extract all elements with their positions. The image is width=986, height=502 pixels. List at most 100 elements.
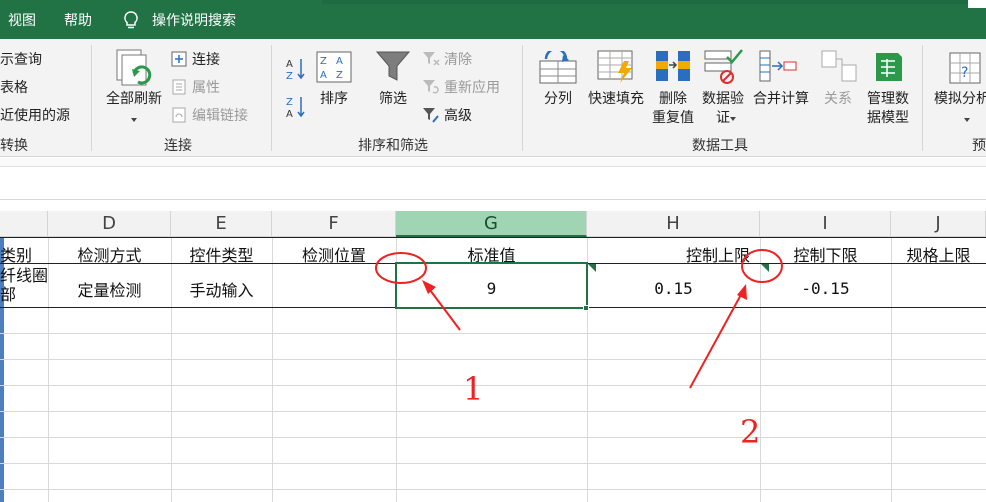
relationships-button[interactable]: 关系 bbox=[818, 90, 858, 109]
edit-links-icon bbox=[172, 107, 186, 123]
grid-line bbox=[0, 333, 986, 334]
flash-fill-button[interactable]: 快速填充 bbox=[582, 90, 650, 109]
error-indicator-icon[interactable] bbox=[761, 264, 769, 272]
cell-j-header[interactable]: 规格上限 bbox=[891, 242, 986, 266]
consolidate-button[interactable]: 合并计算 bbox=[748, 90, 814, 109]
tab-view[interactable]: 视图 bbox=[8, 10, 36, 30]
what-if-analysis-button[interactable]: 模拟分析 bbox=[934, 90, 986, 109]
reapply-icon bbox=[423, 80, 439, 94]
clear-filter-button[interactable]: 清除 bbox=[422, 49, 472, 69]
chevron-down-icon[interactable] bbox=[964, 118, 970, 122]
remove-duplicates-label-line1: 删除 bbox=[659, 91, 687, 107]
cell-d-header[interactable]: 检测方式 bbox=[48, 242, 171, 266]
window-corner bbox=[968, 0, 986, 8]
sort-az-icon[interactable]: A Z bbox=[286, 57, 306, 81]
grid-line bbox=[0, 489, 986, 490]
connections-button[interactable]: 连接 bbox=[170, 49, 220, 69]
edit-links-button[interactable]: 编辑链接 bbox=[170, 105, 248, 125]
group-label-data-tools: 数据工具 bbox=[692, 138, 748, 154]
group-label-get-transform: 转换 bbox=[0, 138, 28, 154]
cell-i-data[interactable]: -0.15 bbox=[760, 279, 891, 298]
chevron-down-icon[interactable] bbox=[730, 117, 736, 121]
ribbon-collapse-strip bbox=[0, 158, 986, 167]
group-label-forecast: 预 bbox=[972, 138, 986, 154]
group-separator bbox=[522, 45, 523, 151]
connections-label: 连接 bbox=[192, 52, 220, 68]
error-indicator-icon[interactable] bbox=[588, 264, 596, 272]
group-label-sort-filter: 排序和筛选 bbox=[358, 138, 428, 154]
svg-text:A: A bbox=[286, 109, 293, 119]
grid-line bbox=[0, 411, 986, 412]
formula-bar-area bbox=[0, 158, 986, 210]
svg-text:Z: Z bbox=[286, 71, 293, 81]
flash-fill-icon[interactable] bbox=[596, 49, 636, 85]
cell-f-header[interactable]: 检测位置 bbox=[272, 242, 396, 266]
grid-line bbox=[0, 437, 986, 438]
cell-h-header[interactable]: 控制上限 bbox=[587, 242, 760, 266]
properties-icon bbox=[172, 79, 186, 95]
manage-data-model-button[interactable]: 管理数 据模型 bbox=[862, 90, 914, 128]
grid-line bbox=[0, 463, 986, 464]
column-header-d[interactable]: D bbox=[48, 211, 171, 237]
consolidate-icon[interactable] bbox=[758, 49, 798, 85]
refresh-all-icon[interactable] bbox=[114, 47, 156, 91]
column-header-f[interactable]: F bbox=[272, 211, 396, 237]
column-header-i[interactable]: I bbox=[760, 211, 891, 237]
filter-icon[interactable] bbox=[375, 49, 411, 85]
remove-duplicates-button[interactable]: 删除 重复值 bbox=[648, 90, 698, 128]
remove-duplicates-icon[interactable] bbox=[654, 49, 694, 85]
cell-e-header[interactable]: 控件类型 bbox=[171, 242, 272, 266]
edit-links-label: 编辑链接 bbox=[192, 108, 248, 124]
column-header-h[interactable]: H bbox=[587, 211, 760, 237]
advanced-filter-button[interactable]: 高级 bbox=[422, 105, 472, 125]
text-to-columns-button[interactable]: 分列 bbox=[538, 90, 578, 109]
from-table-label: 表格 bbox=[0, 80, 28, 96]
reapply-label: 重新应用 bbox=[444, 80, 500, 96]
text-to-columns-icon[interactable] bbox=[538, 51, 578, 85]
cell-i-header[interactable]: 控制下限 bbox=[760, 242, 891, 266]
properties-button[interactable]: 属性 bbox=[170, 77, 220, 97]
sort-za-icon[interactable]: Z A bbox=[286, 95, 306, 119]
cell-c-data[interactable]: 纤线圈 部 bbox=[0, 266, 48, 304]
sort-icon[interactable]: Z A A Z bbox=[316, 51, 352, 83]
lightbulb-icon[interactable] bbox=[122, 10, 140, 30]
svg-text:?: ? bbox=[961, 65, 968, 81]
cell-c-header[interactable]: 类别 bbox=[0, 242, 48, 266]
column-header-c[interactable] bbox=[0, 211, 48, 237]
recent-sources-button[interactable]: 近使用的源 bbox=[0, 105, 70, 125]
tab-help[interactable]: 帮助 bbox=[64, 10, 92, 30]
grid-line bbox=[0, 359, 986, 360]
manage-data-model-label-line1: 管理数 bbox=[867, 91, 909, 107]
advanced-filter-icon bbox=[423, 108, 439, 123]
chevron-down-icon[interactable] bbox=[131, 118, 137, 122]
group-separator bbox=[271, 45, 272, 151]
group-label-connections: 连接 bbox=[164, 138, 192, 154]
column-header-j[interactable]: J bbox=[891, 211, 986, 237]
sort-button[interactable]: 排序 bbox=[314, 90, 354, 109]
column-header-g[interactable]: G bbox=[396, 211, 587, 237]
reapply-button[interactable]: 重新应用 bbox=[422, 77, 500, 97]
menu-bar: 视图 帮助 操作说明搜索 bbox=[0, 0, 986, 39]
from-table-button[interactable]: 表格 bbox=[0, 77, 28, 97]
manage-data-model-icon[interactable] bbox=[870, 49, 906, 85]
data-validation-button[interactable]: 数据验 证 bbox=[698, 90, 748, 128]
ribbon: 示查询 表格 近使用的源 转换 全部刷新 连接 属性 编辑链接 连接 A Z Z… bbox=[0, 39, 986, 157]
worksheet-grid[interactable]: D E F G H I J 类别 检测方式 控件类型 检测位置 标准值 控制上限… bbox=[0, 211, 986, 502]
svg-text:Z: Z bbox=[320, 56, 327, 67]
cell-d-data[interactable]: 定量检测 bbox=[48, 277, 171, 301]
svg-text:Z: Z bbox=[336, 70, 343, 81]
fill-handle[interactable] bbox=[583, 305, 589, 311]
data-validation-icon[interactable] bbox=[703, 49, 743, 85]
cell-e-data[interactable]: 手动输入 bbox=[171, 277, 272, 301]
svg-text:Z: Z bbox=[286, 97, 293, 108]
what-if-analysis-icon[interactable]: ? bbox=[948, 51, 982, 85]
tell-me-search[interactable]: 操作说明搜索 bbox=[152, 10, 236, 30]
cell-h-data[interactable]: 0.15 bbox=[587, 279, 760, 298]
filter-button[interactable]: 筛选 bbox=[373, 90, 413, 109]
formula-bar[interactable] bbox=[0, 168, 986, 200]
relationships-icon[interactable] bbox=[820, 49, 858, 85]
clear-filter-label: 清除 bbox=[444, 52, 472, 68]
refresh-all-button[interactable]: 全部刷新 bbox=[103, 90, 165, 109]
show-queries-button[interactable]: 示查询 bbox=[0, 49, 42, 69]
column-header-e[interactable]: E bbox=[171, 211, 272, 237]
